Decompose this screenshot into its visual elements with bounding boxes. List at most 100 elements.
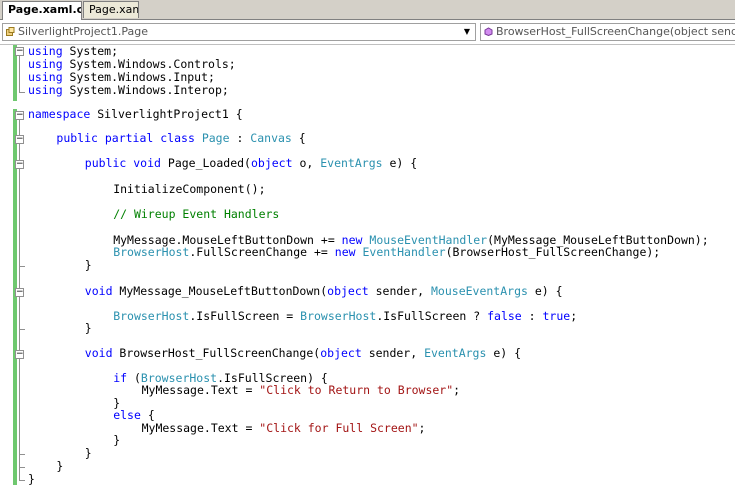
code-token: EventHandler bbox=[362, 245, 446, 259]
code-token: // Wireup Event Handlers bbox=[113, 207, 280, 221]
outline-end bbox=[19, 266, 25, 267]
code-token: "Click to Return to Browser" bbox=[259, 383, 454, 397]
code-line: namespace SilverlightProject1 { bbox=[28, 108, 243, 121]
code-token: } bbox=[84, 258, 92, 272]
code-token: else bbox=[113, 408, 141, 422]
code-token: Canvas bbox=[250, 131, 292, 145]
code-token: .FullScreenChange += bbox=[189, 245, 335, 259]
code-token: public partial class bbox=[56, 131, 195, 145]
code-token: false bbox=[487, 309, 522, 323]
code-token: e) { bbox=[527, 284, 563, 298]
code-token: BrowserHost_FullScreenChange( bbox=[112, 346, 321, 360]
code-token: sender, bbox=[361, 346, 425, 360]
code-token: } bbox=[56, 459, 64, 473]
outline-line bbox=[19, 120, 20, 480]
code-line: InitializeComponent(); bbox=[113, 183, 265, 196]
code-token: if bbox=[113, 371, 128, 385]
code-line: public void Page_Loaded(object o, EventA… bbox=[85, 157, 417, 170]
code-token: using bbox=[28, 70, 63, 84]
code-line: } bbox=[56, 460, 63, 473]
code-line: BrowserHost.FullScreenChange += new Even… bbox=[113, 246, 660, 259]
code-token: "Click for Full Screen" bbox=[259, 421, 419, 435]
collapse-icon[interactable]: − bbox=[15, 350, 24, 359]
chevron-down-icon[interactable]: ▼ bbox=[461, 25, 473, 39]
tab-page-xaml[interactable]: Page.xaml bbox=[83, 1, 139, 18]
code-token: } bbox=[84, 446, 92, 460]
member-combo[interactable]: BrowserHost_FullScreenChange(object send… bbox=[480, 23, 735, 41]
code-token: System.Windows.Interop; bbox=[62, 83, 229, 97]
code-token: using bbox=[28, 44, 63, 58]
code-token: using bbox=[28, 83, 63, 97]
code-token: namespace bbox=[28, 107, 91, 121]
code-line: // Wireup Event Handlers bbox=[113, 208, 279, 221]
code-token: System.Windows.Controls; bbox=[62, 57, 236, 71]
code-token: SilverlightProject1 { bbox=[90, 107, 243, 121]
collapse-icon[interactable]: − bbox=[15, 135, 24, 144]
code-token: } bbox=[113, 433, 121, 447]
code-line: public partial class Page : Canvas { bbox=[56, 132, 305, 145]
code-token: new bbox=[334, 245, 356, 259]
code-token: System.Windows.Input; bbox=[62, 70, 215, 84]
code-token: InitializeComponent(); bbox=[113, 182, 266, 196]
code-token: : bbox=[521, 309, 543, 323]
code-token: Page bbox=[201, 131, 230, 145]
class-combo[interactable]: SilverlightProject1.Page ▼ bbox=[2, 23, 476, 41]
code-token: EventArgs bbox=[320, 156, 383, 170]
code-line: } bbox=[28, 473, 35, 486]
code-token: true bbox=[542, 309, 571, 323]
collapse-icon[interactable]: − bbox=[15, 160, 24, 169]
collapse-icon[interactable]: − bbox=[15, 288, 24, 297]
code-token: object bbox=[250, 156, 293, 170]
code-line: void MyMessage_MouseLeftButtonDown(objec… bbox=[85, 285, 563, 298]
code-token: object bbox=[327, 284, 369, 298]
code-token: EventArgs bbox=[424, 346, 487, 360]
code-token: ; bbox=[453, 383, 461, 397]
code-token: (BrowserHost_FullScreenChange); bbox=[445, 245, 661, 259]
code-token: MyMessage_MouseLeftButtonDown( bbox=[112, 284, 328, 298]
code-line: MyMessage.Text = "Click to Return to Bro… bbox=[142, 384, 461, 397]
outline-line bbox=[19, 56, 20, 93]
code-token: sender, bbox=[368, 284, 431, 298]
code-token: o, bbox=[292, 156, 321, 170]
code-token: BrowserHost bbox=[113, 245, 190, 259]
outline-end bbox=[19, 467, 25, 468]
code-token: .IsFullScreen ? bbox=[376, 309, 488, 323]
code-token: object bbox=[320, 346, 362, 360]
code-editor[interactable]: − − − − − − using System; using System.Wi… bbox=[0, 45, 735, 487]
code-token: using bbox=[28, 57, 63, 71]
outline-end bbox=[19, 92, 25, 93]
code-line: } bbox=[85, 447, 92, 460]
code-token: : bbox=[229, 131, 251, 145]
code-token: } bbox=[84, 321, 92, 335]
code-token: void bbox=[84, 284, 113, 298]
code-token: .IsFullScreen = bbox=[189, 309, 301, 323]
code-token: ; bbox=[418, 421, 426, 435]
navigation-bar: SilverlightProject1.Page ▼ BrowserHost_F… bbox=[0, 20, 735, 45]
outline-end bbox=[19, 454, 25, 455]
class-icon bbox=[6, 27, 15, 36]
class-combo-value: SilverlightProject1.Page bbox=[18, 25, 149, 38]
code-token: Page_Loaded( bbox=[160, 156, 251, 170]
method-icon bbox=[484, 27, 493, 36]
code-line: using System.Windows.Interop; bbox=[28, 84, 229, 97]
code-line: void BrowserHost_FullScreenChange(object… bbox=[85, 347, 521, 360]
code-token: System; bbox=[62, 44, 119, 58]
tab-page-xaml-cs[interactable]: Page.xaml.cs bbox=[2, 1, 82, 20]
code-token: { bbox=[140, 408, 155, 422]
code-token: MyMessage.Text = bbox=[141, 383, 260, 397]
collapse-icon[interactable]: − bbox=[15, 47, 24, 56]
indicator-margin bbox=[0, 45, 12, 487]
code-token: MyMessage.Text = bbox=[141, 421, 260, 435]
code-token: e) { bbox=[486, 346, 522, 360]
code-token: void bbox=[84, 346, 113, 360]
document-tab-bar: Page.xaml.cs Page.xaml bbox=[0, 0, 735, 20]
code-token: { bbox=[291, 131, 306, 145]
code-line: } bbox=[113, 434, 120, 447]
code-token: ( bbox=[127, 371, 141, 385]
collapse-icon[interactable]: − bbox=[15, 111, 24, 120]
code-line: BrowserHost.IsFullScreen = BrowserHost.I… bbox=[113, 310, 577, 323]
code-token: MouseEventArgs bbox=[431, 284, 528, 298]
code-line: } bbox=[85, 322, 92, 335]
code-line: MyMessage.Text = "Click for Full Screen"… bbox=[142, 422, 426, 435]
